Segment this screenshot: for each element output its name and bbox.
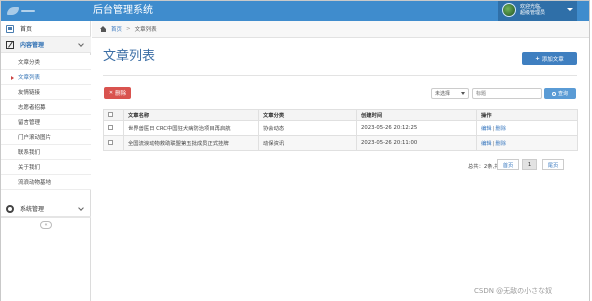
avatar (502, 3, 516, 17)
divider (103, 75, 577, 76)
sidebar-collapse-button[interactable]: « (40, 221, 52, 229)
sidebar-subitem-animal-base[interactable]: 流浪动物基地 (1, 175, 91, 190)
caret-down-icon (461, 92, 465, 95)
plus-icon: + (535, 55, 540, 62)
sidebar-item-home[interactable]: 首页 (1, 21, 91, 37)
breadcrumb: 首页 > 文章列表 (92, 21, 589, 38)
breadcrumb-current: 文章列表 (134, 27, 157, 33)
edit-link[interactable]: 编辑 (481, 141, 492, 147)
article-category-cell: 协会动态 (258, 120, 357, 136)
row-checkbox[interactable] (108, 125, 113, 130)
delete-button[interactable]: ✕ 删除 (104, 87, 131, 99)
sidebar-item-label: 内容管理 (20, 42, 45, 49)
article-name-cell: 全国流浪动物救助联盟第五批成员正式挂牌 (123, 135, 259, 151)
article-category-cell: 动保资讯 (258, 135, 357, 151)
gear-icon (6, 204, 14, 213)
sidebar-item-label: 首页 (20, 26, 33, 33)
row-checkbox[interactable] (108, 140, 113, 145)
home-icon (100, 26, 107, 32)
edit-link[interactable]: 编辑 (481, 126, 492, 132)
column-header: 操作 (476, 109, 578, 121)
created-time-cell: 2023-05-26 20:12:25 (356, 120, 477, 136)
breadcrumb-home-link[interactable]: 首页 (111, 25, 122, 33)
table-header-row: 文章名称 文章分类 创建时间 操作 (103, 109, 578, 121)
column-header: 创建时间 (356, 109, 477, 121)
sidebar: 首页 内容管理 文章分类 文章列表 友情链接 志愿者招募 留言管理 门户滚动图片… (1, 21, 91, 301)
delete-link[interactable]: 删除 (495, 141, 506, 147)
watermark: CSDN @无敌の小さな奴 (474, 287, 553, 295)
leaf-logo-icon (7, 7, 19, 15)
sidebar-subitem-messages[interactable]: 留言管理 (1, 115, 91, 130)
user-role: 超级管理员 (520, 10, 546, 16)
last-page-button[interactable]: 尾页 (542, 159, 564, 170)
search-input[interactable] (472, 88, 542, 99)
search-icon (551, 91, 556, 96)
actions-cell: 编辑|删除 (476, 120, 578, 136)
sidebar-subitem-about[interactable]: 关于我们 (1, 160, 91, 175)
table-row: 世界兽医日 CRC中国狂犬病防治项目再启航 协会动态 2023-05-26 20… (103, 120, 578, 136)
search-button[interactable]: 查询 (544, 88, 576, 99)
user-menu[interactable]: 欢迎光临, 超级管理员 (498, 1, 577, 21)
sidebar-subitem-volunteer[interactable]: 志愿者招募 (1, 100, 91, 115)
column-header: 文章名称 (123, 109, 259, 121)
page-number-button[interactable]: 1 (522, 159, 537, 170)
edit-icon (6, 40, 14, 49)
home-icon (6, 24, 14, 33)
chevron-down-icon (78, 41, 84, 47)
caret-down-icon[interactable] (567, 8, 573, 11)
sidebar-subitem-friend-links[interactable]: 友情链接 (1, 85, 91, 100)
select-all-checkbox[interactable] (108, 112, 113, 117)
chevron-down-icon (78, 205, 84, 211)
sidebar-subitem-article-list[interactable]: 文章列表 (1, 70, 91, 85)
article-name-cell: 世界兽医日 CRC中国狂犬病防治项目再启航 (123, 120, 259, 136)
first-page-button[interactable]: 首页 (497, 159, 519, 170)
sidebar-subitem-article-category[interactable]: 文章分类 (1, 55, 91, 70)
page-title: 文章列表 (103, 49, 156, 64)
breadcrumb-separator: > (126, 26, 131, 32)
column-header: 文章分类 (258, 109, 357, 121)
sidebar-subitem-contact[interactable]: 联系我们 (1, 145, 91, 160)
sidebar-item-system[interactable]: 系统管理 (1, 201, 91, 217)
sidebar-subitem-carousel[interactable]: 门户滚动图片 (1, 130, 91, 145)
actions-cell: 编辑|删除 (476, 135, 578, 151)
delete-link[interactable]: 删除 (495, 126, 506, 132)
sidebar-item-label: 系统管理 (20, 206, 45, 213)
app-title: 后台管理系统 (93, 5, 153, 16)
table-row: 全国流浪动物救助联盟第五批成员正式挂牌 动保资讯 2023-05-26 20:1… (103, 135, 578, 151)
created-time-cell: 2023-05-26 20:11:00 (356, 135, 477, 151)
sidebar-item-content[interactable]: 内容管理 (1, 37, 91, 53)
top-navbar: 后台管理系统 欢迎光临, 超级管理员 (1, 1, 589, 21)
category-select[interactable]: 未选择 (431, 88, 469, 99)
logo (7, 5, 35, 17)
article-table: 文章名称 文章分类 创建时间 操作 世界兽医日 CRC中国狂犬病防治项目再启航 … (103, 109, 578, 151)
app-window: 后台管理系统 欢迎光临, 超级管理员 首页 内容管理 文章分类 文章列表 友情链… (0, 0, 590, 301)
add-article-button[interactable]: + 添加文章 (522, 52, 577, 65)
close-icon: ✕ (108, 90, 114, 96)
